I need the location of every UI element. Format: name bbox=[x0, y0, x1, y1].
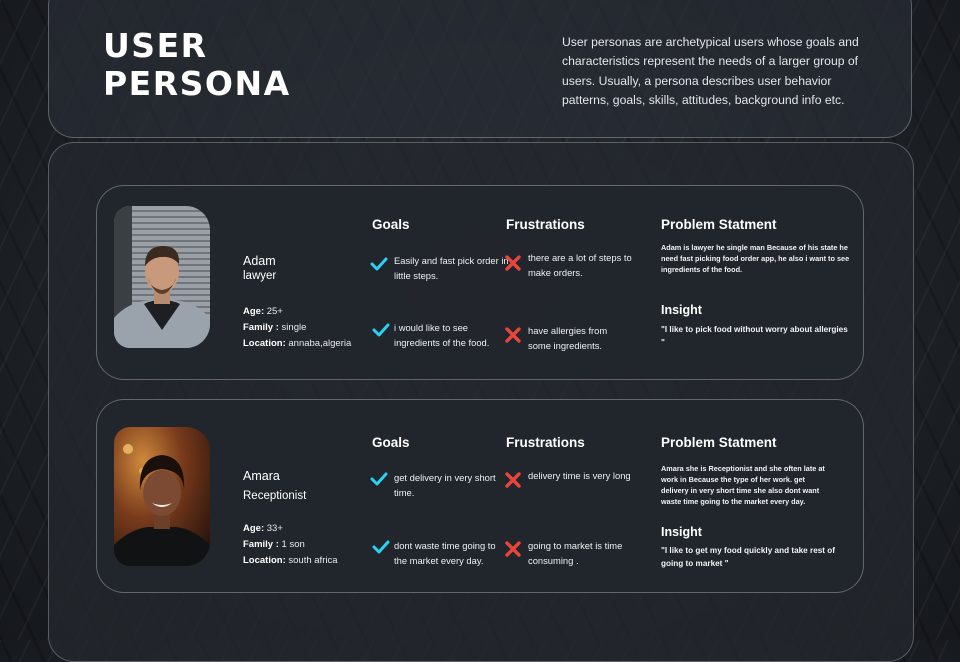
persona-card-amara: Amara Receptionist Age: 33+ Family : 1 s… bbox=[96, 399, 864, 593]
header-panel: USER PERSONA User personas are archetypi… bbox=[48, 0, 912, 138]
family-label: Family : bbox=[243, 539, 279, 550]
frustration-item: delivery time is very long bbox=[528, 470, 631, 481]
location-label: Location: bbox=[243, 338, 286, 349]
cross-icon bbox=[505, 541, 521, 557]
intro-text: User personas are archetypical users who… bbox=[562, 35, 859, 107]
insight-text: "I like to get my food quickly and take … bbox=[661, 546, 836, 568]
location-value: annaba,algeria bbox=[288, 338, 352, 349]
family-label: Family : bbox=[243, 322, 279, 333]
age-value: 33+ bbox=[266, 523, 283, 534]
problem-statement: Amara she is Receptionist and she often … bbox=[661, 464, 825, 506]
persona-name: Adam bbox=[243, 254, 276, 268]
goal-item: Easily and fast pick order in little ste… bbox=[394, 255, 509, 281]
persona-family: Family : 1 son bbox=[243, 539, 305, 550]
check-icon bbox=[370, 472, 388, 486]
check-icon bbox=[370, 257, 388, 271]
goal-item: i would like to see ingredients of the f… bbox=[394, 322, 490, 348]
persona-card-adam: Adam lawyer Age: 25+ Family : single Loc… bbox=[96, 185, 864, 380]
page-title: USER PERSONA bbox=[103, 27, 291, 103]
cross-icon bbox=[505, 255, 521, 271]
insight-text: "I like to pick food without worry about… bbox=[661, 325, 848, 347]
problem-statement: Adam is lawyer he single man Because of … bbox=[661, 243, 850, 274]
goals-heading: Goals bbox=[372, 217, 410, 232]
check-icon bbox=[372, 323, 390, 337]
age-value: 25+ bbox=[266, 306, 283, 317]
avatar-adam bbox=[114, 206, 210, 348]
problem-heading: Problem Statment bbox=[661, 217, 777, 232]
avatar-amara bbox=[114, 427, 210, 566]
age-label: Age: bbox=[243, 306, 265, 317]
goals-heading: Goals bbox=[372, 435, 410, 450]
frustration-item: going to market is time consuming . bbox=[528, 540, 623, 566]
persona-family: Family : single bbox=[243, 322, 306, 333]
title-line-1: USER bbox=[103, 26, 208, 65]
persona-age: Age: 33+ bbox=[243, 523, 283, 534]
frustrations-heading: Frustrations bbox=[506, 435, 585, 450]
goal-item: get delivery in very short time. bbox=[394, 472, 496, 498]
cross-icon bbox=[505, 472, 521, 488]
persona-name: Amara bbox=[243, 469, 280, 483]
persona-role: lawyer bbox=[243, 270, 277, 282]
cross-icon bbox=[505, 327, 521, 343]
frustration-item: have allergies from some ingredients. bbox=[528, 325, 608, 351]
frustration-item: there are a lot of steps to make orders. bbox=[528, 252, 632, 278]
age-label: Age: bbox=[243, 523, 265, 534]
family-value: 1 son bbox=[281, 539, 305, 550]
persona-location: Location: annaba,algeria bbox=[243, 338, 351, 349]
insight-heading: Insight bbox=[661, 303, 702, 317]
location-value: south africa bbox=[288, 555, 338, 566]
location-label: Location: bbox=[243, 555, 286, 566]
persona-age: Age: 25+ bbox=[243, 306, 283, 317]
check-icon bbox=[372, 540, 390, 554]
persona-location: Location: south africa bbox=[243, 555, 338, 566]
title-line-2: PERSONA bbox=[103, 64, 291, 103]
family-value: single bbox=[281, 322, 307, 333]
goal-item: dont waste time going to the market ever… bbox=[394, 540, 496, 566]
insight-heading: Insight bbox=[661, 525, 702, 539]
frustrations-heading: Frustrations bbox=[506, 217, 585, 232]
persona-role: Receptionist bbox=[243, 490, 307, 502]
problem-heading: Problem Statment bbox=[661, 435, 777, 450]
